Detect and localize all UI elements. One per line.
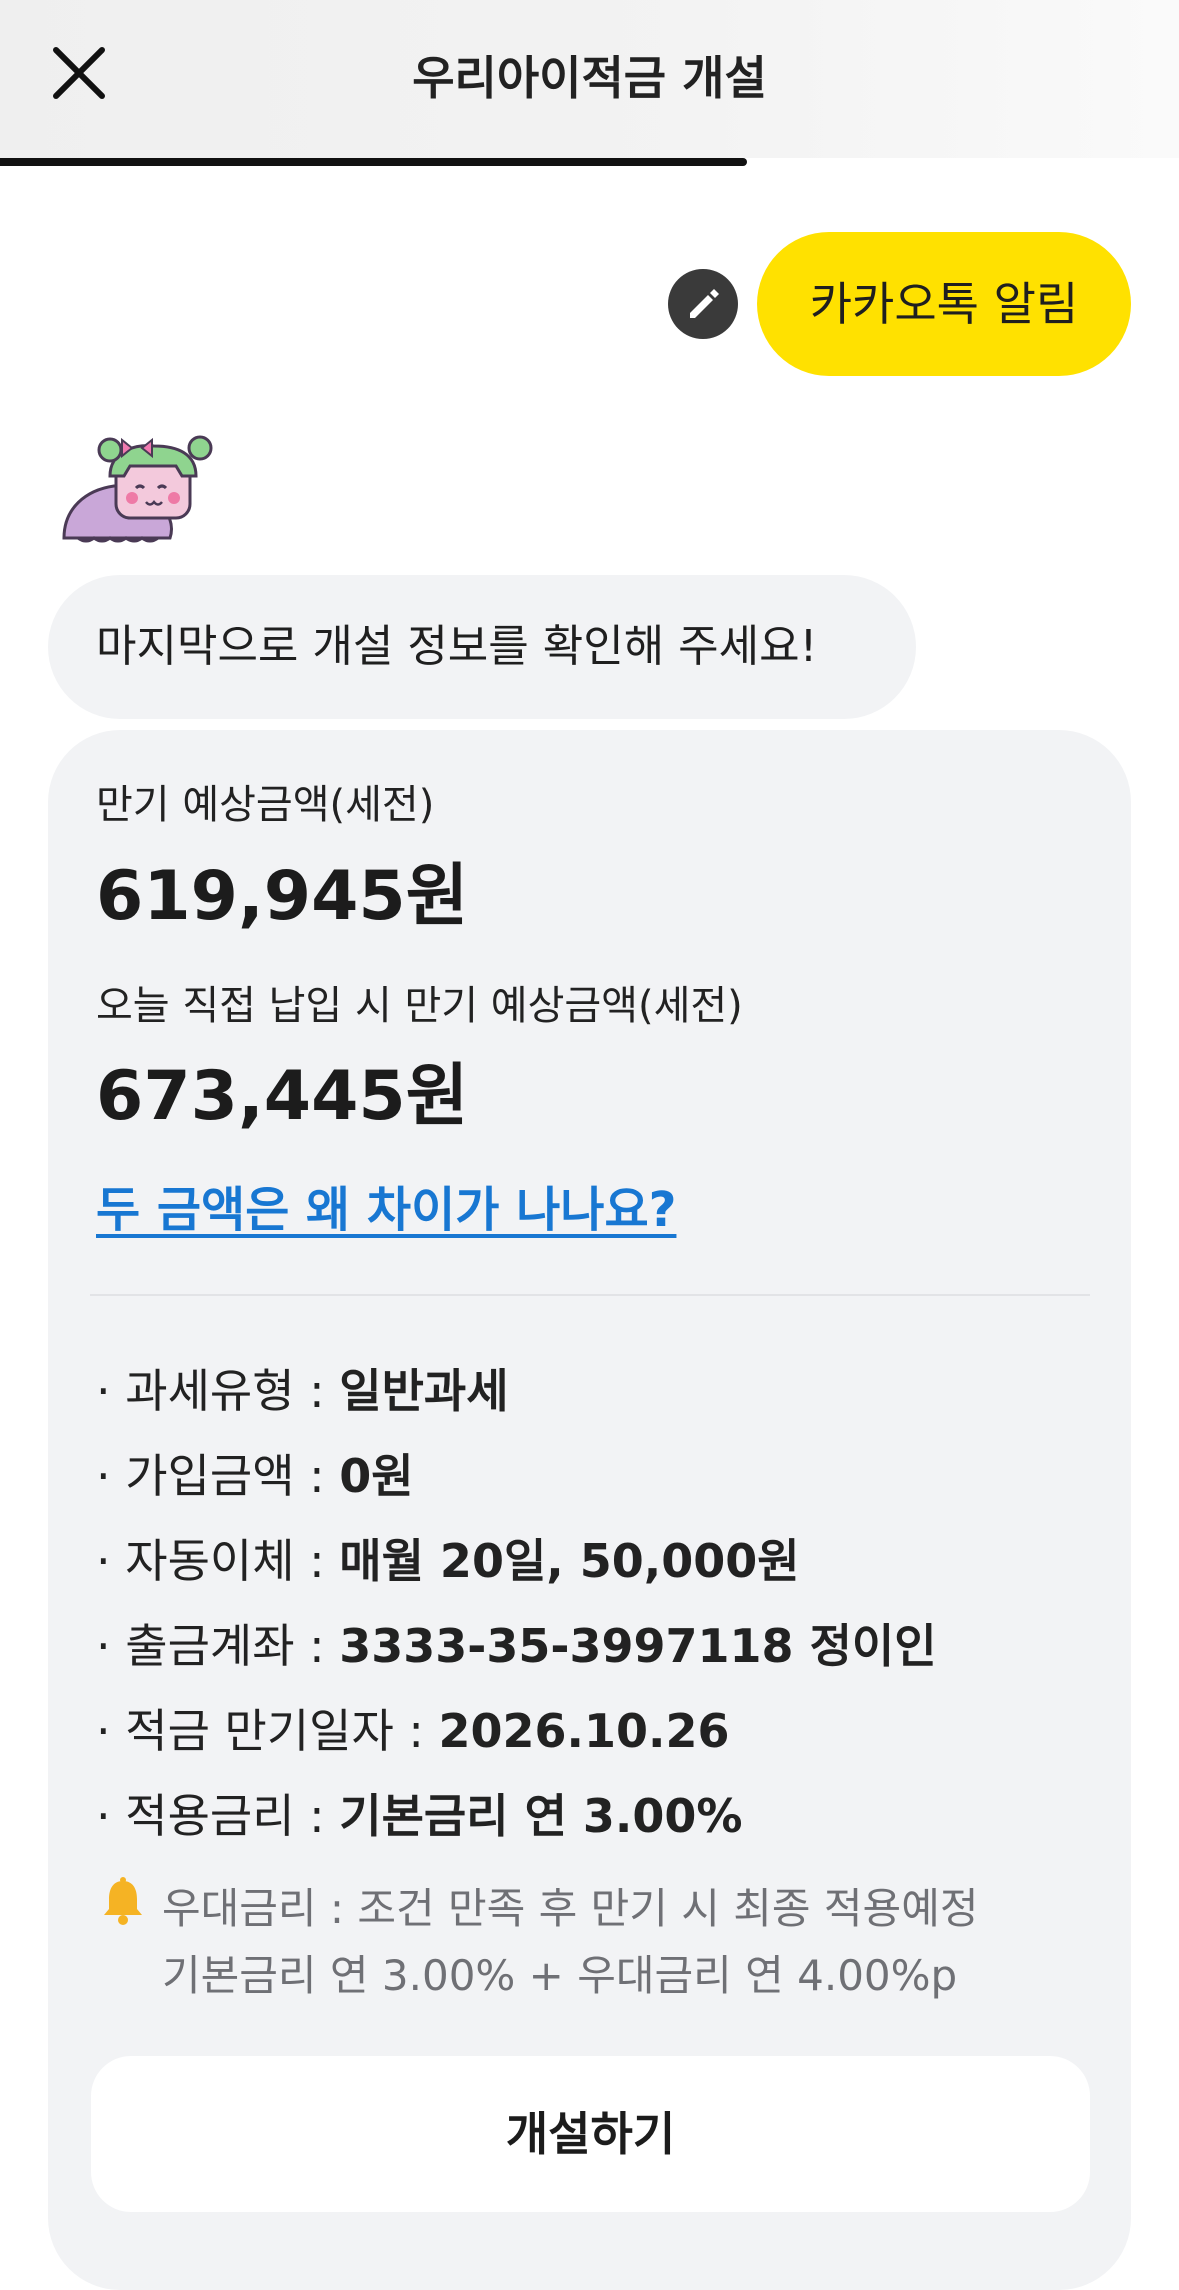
maturity-amount-label: 만기 예상금액(세전) <box>96 782 435 828</box>
open-account-button[interactable]: 개설하기 <box>91 2056 1090 2212</box>
summary-card: 만기 예상금액(세전) 619,945원 오늘 직접 납입 시 만기 예상금액(… <box>48 730 1131 2290</box>
user-reply-bubble: 카카오톡 알림 <box>757 232 1131 376</box>
detail-maturity-date: · 적금 만기일자 : 2026.10.26 <box>96 1704 730 1758</box>
detail-withdrawal-account: · 출금계좌 : 3333-35-3997118 정이인 <box>96 1619 937 1673</box>
today-amount-label: 오늘 직접 납입 시 만기 예상금액(세전) <box>96 983 743 1029</box>
bot-message-bubble: 마지막으로 개설 정보를 확인해 주세요! <box>48 575 916 719</box>
today-amount: 673,445원 <box>96 1057 469 1136</box>
top-bar: 우리아이적금 개설 <box>0 0 1179 158</box>
bell-icon <box>100 1877 146 1927</box>
progress-bar <box>0 158 1179 166</box>
preferential-rate-note: 우대금리 : 조건 만족 후 만기 시 최종 적용예정 <box>162 1884 979 1933</box>
detail-interest-rate: · 적용금리 : 기본금리 연 3.00% <box>96 1789 743 1843</box>
preferential-rate-detail: 기본금리 연 3.00% + 우대금리 연 4.00%p <box>162 1951 958 2000</box>
divider <box>90 1294 1090 1296</box>
amount-difference-link[interactable]: 두 금액은 왜 차이가 나나요? <box>96 1170 676 1240</box>
edit-icon[interactable] <box>668 269 738 339</box>
maturity-amount: 619,945원 <box>96 857 469 936</box>
detail-deposit-amount: · 가입금액 : 0원 <box>96 1449 414 1503</box>
detail-tax-type: · 과세유형 : 일반과세 <box>96 1364 509 1418</box>
progress-fill <box>0 158 748 166</box>
mascot-icon <box>58 432 218 548</box>
detail-auto-transfer: · 자동이체 : 매월 20일, 50,000원 <box>96 1534 800 1588</box>
page-title: 우리아이적금 개설 <box>412 51 767 105</box>
